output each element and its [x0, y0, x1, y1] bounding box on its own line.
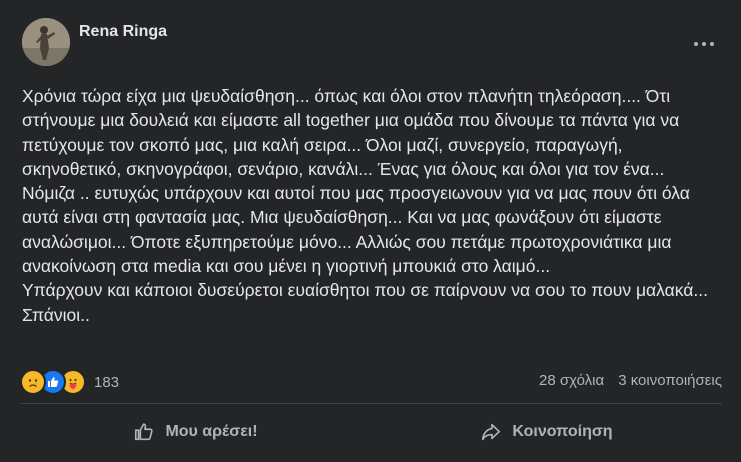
- post-actions: Μου αρέσει! Κοινοποίηση: [20, 412, 722, 452]
- share-button[interactable]: Κοινοποίηση: [371, 412, 722, 452]
- post-text: Χρόνια τώρα είχα μια ψευδαίσθηση... όπως…: [22, 86, 709, 325]
- share-button-label: Κοινοποίηση: [512, 423, 613, 440]
- like-button[interactable]: Μου αρέσει!: [20, 412, 371, 452]
- post-header: Rena Ringa: [22, 18, 722, 72]
- author-avatar[interactable]: [22, 18, 70, 66]
- like-button-label: Μου αρέσει!: [165, 423, 258, 440]
- thumbs-up-icon: [135, 423, 154, 441]
- reactions-summary[interactable]: 183: [20, 369, 120, 395]
- more-options-button[interactable]: [686, 30, 722, 58]
- author-name[interactable]: Rena Ringa: [79, 23, 167, 41]
- post-stats: 183 28 σχόλια 3 κοινοποιήσεις: [20, 368, 722, 396]
- stats-right: 28 σχόλια 3 κοινοποιήσεις: [539, 372, 722, 389]
- actions-divider: [20, 403, 722, 404]
- more-dot-icon: [710, 42, 714, 46]
- facebook-post: Rena Ringa Χρόνια τώρα είχα μια ψευδαίσθ…: [0, 0, 741, 462]
- sad-reaction-icon: [20, 369, 46, 395]
- comments-count-link[interactable]: 28 σχόλια: [539, 372, 604, 389]
- reactions-count: 183: [94, 373, 120, 391]
- more-dot-icon: [702, 42, 706, 46]
- shares-count-link[interactable]: 3 κοινοποιήσεις: [618, 372, 722, 389]
- share-arrow-icon: [482, 423, 501, 441]
- more-dot-icon: [694, 42, 698, 46]
